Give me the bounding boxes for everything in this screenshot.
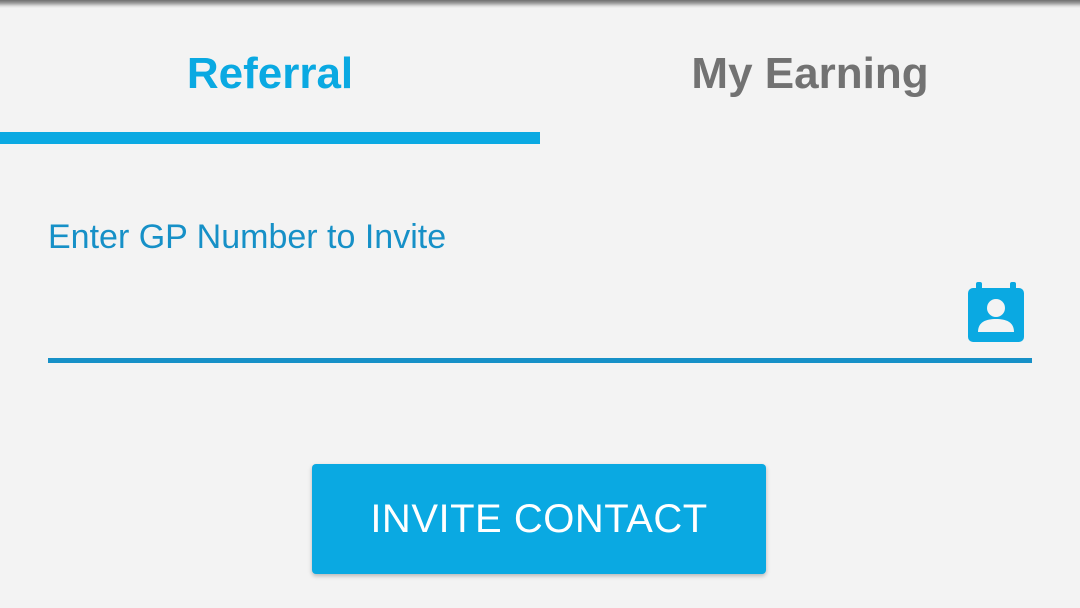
tab-my-earning[interactable]: My Earning bbox=[540, 0, 1080, 144]
tab-bar: Referral My Earning bbox=[0, 0, 1080, 144]
invite-contact-button[interactable]: INVITE CONTACT bbox=[312, 464, 766, 574]
contact-book-icon[interactable] bbox=[962, 280, 1030, 348]
active-tab-indicator bbox=[0, 132, 540, 144]
gp-number-input[interactable] bbox=[48, 276, 948, 352]
gp-number-input-underline bbox=[48, 358, 1032, 363]
tab-my-earning-label: My Earning bbox=[691, 49, 929, 98]
tab-referral[interactable]: Referral bbox=[0, 0, 540, 144]
tab-referral-label: Referral bbox=[186, 49, 354, 98]
gp-number-label: Enter GP Number to Invite bbox=[48, 218, 447, 256]
